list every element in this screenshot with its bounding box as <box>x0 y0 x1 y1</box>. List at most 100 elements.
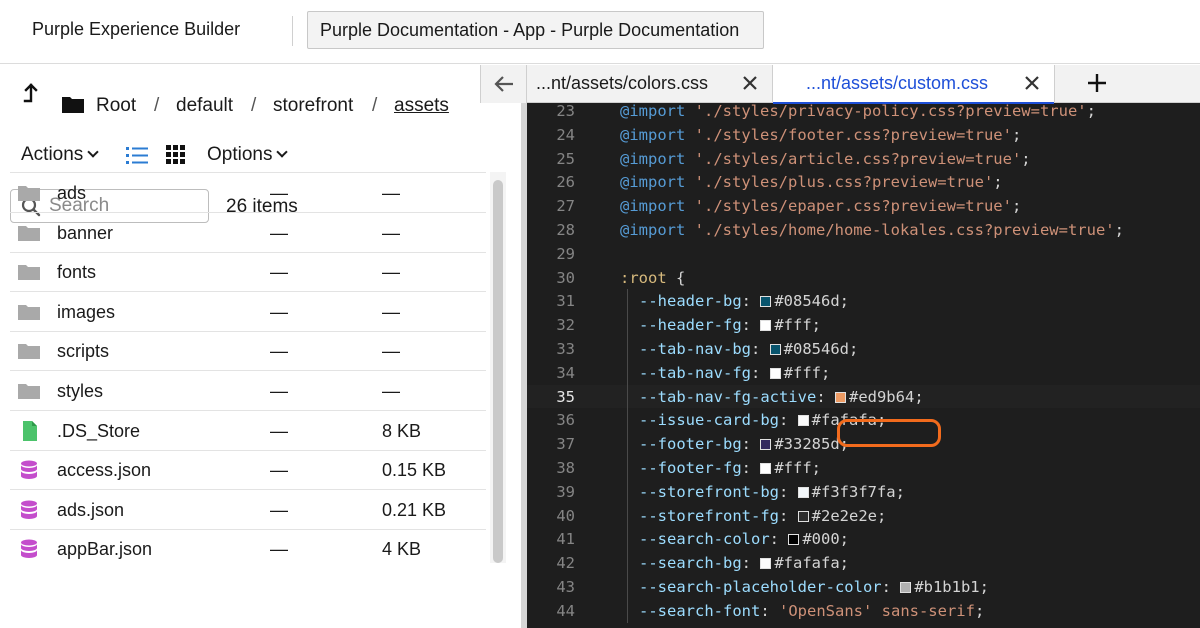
color-swatch[interactable] <box>769 344 781 355</box>
file-size: 0.15 KB <box>382 460 447 481</box>
line-number: 24 <box>556 125 575 144</box>
code-line: 26 @import './styles/plus.css?preview=tru… <box>527 170 1200 194</box>
file-name: access.json <box>57 460 152 481</box>
color-swatch[interactable] <box>760 320 772 332</box>
file-size: 4 KB <box>382 539 422 560</box>
folder-icon <box>18 304 40 320</box>
file-row[interactable]: .DS_Store — 8 KB <box>10 411 486 451</box>
top-bar-divider <box>292 16 293 46</box>
options-menu-button[interactable]: Options <box>207 144 289 166</box>
color-swatch[interactable] <box>797 510 809 522</box>
color-swatch[interactable] <box>760 439 772 451</box>
database-icon <box>21 460 37 480</box>
line-number: 34 <box>556 363 575 382</box>
color-swatch[interactable] <box>760 296 772 308</box>
color-swatch[interactable] <box>788 534 800 546</box>
file-row[interactable]: styles — — <box>10 371 486 411</box>
folder-icon <box>18 384 40 399</box>
breadcrumb-assets[interactable]: assets <box>394 95 449 117</box>
code-line: 28 @import './styles/home/home-lokales.cs… <box>527 218 1200 242</box>
code-editor: ...nt/assets/colors.css ...nt/assets/cus… <box>480 65 1200 628</box>
file-size: — <box>382 301 400 322</box>
plus-icon[interactable] <box>1084 70 1110 96</box>
file-row[interactable]: scripts — — <box>10 331 486 372</box>
file-row[interactable]: access.json — 0.15 KB <box>10 450 486 491</box>
file-row[interactable]: banner — — <box>10 213 486 253</box>
file-row[interactable]: fonts — — <box>10 252 486 293</box>
line-number: 25 <box>556 149 575 168</box>
scrollbar-thumb[interactable] <box>493 180 503 563</box>
editor-tab-colors[interactable]: ...nt/assets/colors.css <box>527 65 773 103</box>
code-line: 23 @import './styles/privacy-policy.css?p… <box>527 103 1200 123</box>
code-text: --tab-nav-fg-active: #ed9b64; <box>639 387 924 406</box>
breadcrumb: Root / default / storefront / assets <box>0 65 521 145</box>
breadcrumb-default[interactable]: default <box>176 95 233 117</box>
file-row[interactable]: images — — <box>10 292 486 332</box>
chevron-down-icon <box>87 146 99 158</box>
code-text: --header-fg: #fff; <box>639 316 821 335</box>
close-icon[interactable] <box>1024 75 1040 91</box>
line-number: 40 <box>556 506 575 525</box>
code-text: --tab-nav-fg: #fff; <box>639 363 831 382</box>
editor-tab-label: ...nt/assets/custom.css <box>806 73 989 93</box>
file-name: .DS_Store <box>57 420 141 441</box>
code-text: --search-placeholder-color: #b1b1b1; <box>639 578 989 596</box>
folder-icon <box>18 186 40 201</box>
file-size: — <box>382 381 400 401</box>
options-label: Options <box>207 144 273 165</box>
line-number: 28 <box>556 221 575 239</box>
close-icon[interactable] <box>742 75 758 91</box>
color-swatch[interactable] <box>769 367 781 379</box>
code-text: --storefront-fg: #2e2e2e; <box>639 506 887 525</box>
line-number: 35 <box>556 387 575 406</box>
breadcrumb-separator: / <box>154 95 160 116</box>
list-view-icon[interactable] <box>126 144 148 166</box>
code-text: @import './styles/plus.css?preview=true'… <box>620 173 1003 192</box>
editor-tab-label: ...nt/assets/colors.css <box>536 73 709 93</box>
line-number: 26 <box>556 173 575 192</box>
line-number: 31 <box>556 292 575 311</box>
line-number: 39 <box>556 482 575 501</box>
code-text: --search-bg: #fafafa; <box>639 554 849 573</box>
file-row[interactable]: ads.json — 0.21 KB <box>10 490 486 530</box>
code-text: @import './styles/home/home-lokales.css?… <box>620 221 1124 239</box>
file-list-scrollbar[interactable] <box>490 172 506 563</box>
file-name: styles <box>57 381 104 401</box>
file-size: — <box>382 262 400 283</box>
file-list: ads — — banner — — fonts — — images — — scripts — — sty… <box>10 172 486 563</box>
color-swatch[interactable] <box>797 486 809 498</box>
code-line: 30:root { <box>527 266 1200 290</box>
collapse-panel-button[interactable] <box>480 65 527 103</box>
line-number: 37 <box>556 435 575 454</box>
breadcrumb-root[interactable]: Root <box>96 95 136 117</box>
file-row[interactable]: ads — — <box>10 173 486 213</box>
file-size: 0.21 KB <box>382 499 447 520</box>
editor-tab-custom[interactable]: ...nt/assets/custom.css <box>773 65 1055 104</box>
file-size: — <box>382 183 400 203</box>
breadcrumb-separator: / <box>372 95 378 116</box>
color-swatch[interactable] <box>834 391 846 403</box>
color-swatch[interactable] <box>797 415 809 427</box>
color-swatch[interactable] <box>900 582 912 593</box>
line-number: 23 <box>556 103 575 120</box>
code-text: @import './styles/article.css?preview=tr… <box>620 149 1031 168</box>
file-row[interactable]: appBar.json — 4 KB <box>10 529 486 563</box>
code-text: @import './styles/privacy-policy.css?pre… <box>620 103 1096 120</box>
line-number: 41 <box>556 530 575 549</box>
code-text: @import './styles/footer.css?preview=tru… <box>620 125 1022 144</box>
code-area[interactable]: 23 @import './styles/privacy-policy.css?p… <box>527 103 1200 628</box>
breadcrumb-storefront[interactable]: storefront <box>273 95 353 117</box>
folder-icon <box>18 344 40 360</box>
arrow-up-icon[interactable] <box>22 83 40 107</box>
color-swatch[interactable] <box>760 463 772 474</box>
file-size: — <box>382 341 400 362</box>
document-tab[interactable]: Purple Documentation - App - Purple Docu… <box>307 11 764 49</box>
actions-menu-button[interactable]: Actions <box>21 144 99 166</box>
file-name: ads <box>57 183 87 203</box>
file-name: banner <box>57 222 114 243</box>
color-swatch[interactable] <box>760 558 772 570</box>
grid-view-icon[interactable] <box>166 145 186 165</box>
line-number: 29 <box>556 244 575 263</box>
code-text: @import './styles/epaper.css?preview=tru… <box>620 197 1022 216</box>
file-toolbar: Actions Options <box>0 140 521 174</box>
